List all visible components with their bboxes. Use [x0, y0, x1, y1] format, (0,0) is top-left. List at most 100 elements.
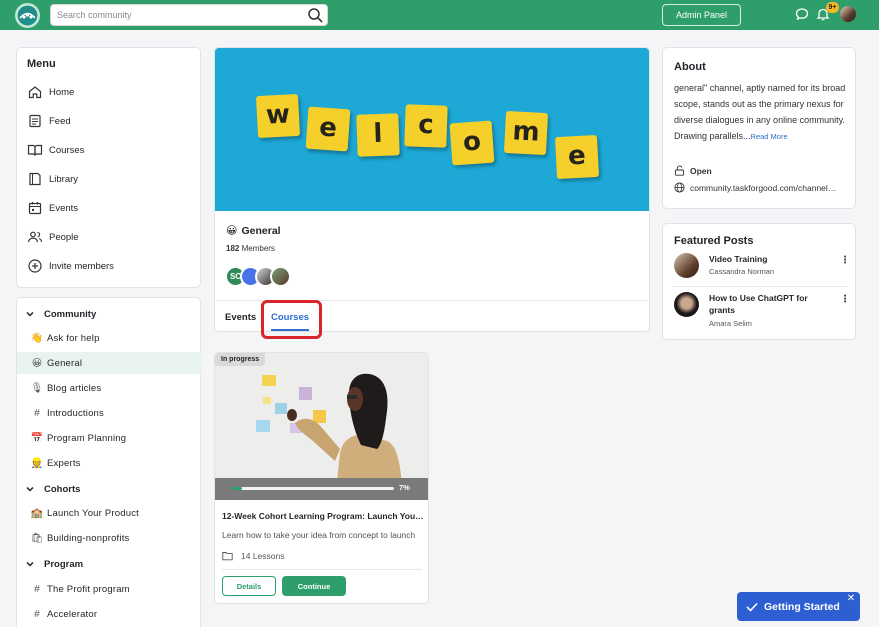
construction-worker-icon: 👷 — [30, 457, 44, 469]
section-program[interactable]: Program — [25, 554, 83, 574]
menu-item-events[interactable]: Events — [27, 197, 197, 219]
hash-icon: # — [34, 407, 40, 419]
read-more-link[interactable]: Read More — [751, 132, 788, 141]
channel-label: Launch Your Product — [47, 507, 140, 519]
avatar — [674, 292, 699, 317]
progress-label: 7% — [399, 483, 410, 492]
more-options-icon[interactable]: ⋮ — [840, 255, 850, 267]
lock-open-icon — [675, 165, 684, 176]
banner-letter: c — [404, 104, 448, 148]
channel-building-nonprofits[interactable]: 🛍 Building-nonprofits — [17, 527, 202, 549]
course-title[interactable]: 12-Week Cohort Learning Program: Launch … — [222, 511, 425, 521]
post-title[interactable]: Video Training — [709, 253, 829, 265]
member-avatars[interactable]: SC — [225, 266, 291, 287]
about-card: About general" channel, aptly named for … — [662, 47, 856, 209]
course-card[interactable]: In progress 7% 12-Week Cohort Learning P… — [214, 352, 429, 604]
channel-label: Ask for help — [47, 332, 100, 344]
channel-label: Accelerator — [47, 608, 98, 620]
chat-icon[interactable] — [795, 7, 809, 21]
smiley-icon: 😀 — [226, 225, 238, 237]
divider — [673, 286, 848, 287]
continue-button[interactable]: Continue — [282, 576, 346, 596]
tab-events[interactable]: Events — [225, 312, 256, 323]
admin-panel-button[interactable]: Admin Panel — [662, 4, 741, 26]
people-icon — [27, 231, 43, 243]
globe-icon — [674, 182, 685, 193]
menu-title: Menu — [27, 58, 56, 70]
calendar-icon: 📅 — [30, 432, 44, 444]
waving-hand-icon: 👋 — [30, 332, 44, 344]
menu-card: Menu Home Feed Courses Library Events Pe… — [16, 47, 201, 288]
section-label: Community — [44, 308, 97, 320]
menu-item-courses[interactable]: Courses — [27, 139, 197, 161]
shopping-bag-icon: 🛍 — [30, 532, 44, 544]
channel-label: General — [47, 357, 83, 369]
featured-posts-card: Featured Posts Video Training Cassandra … — [662, 223, 856, 340]
getting-started-button[interactable]: Getting Started — [737, 592, 860, 621]
progress-track — [231, 487, 394, 490]
channel-label: The Profit program — [47, 583, 130, 595]
banner-letter: e — [305, 106, 351, 152]
chevron-down-icon — [26, 486, 34, 492]
menu-item-invite-members[interactable]: Invite members — [27, 255, 197, 277]
menu-item-library[interactable]: Library — [27, 168, 197, 190]
members-count: 182 Members — [226, 244, 275, 253]
notification-badge: 9+ — [826, 2, 839, 13]
menu-item-label: Events — [49, 202, 79, 214]
search-input[interactable] — [57, 7, 297, 23]
close-icon[interactable]: ✕ — [845, 593, 857, 605]
channel-blog-articles[interactable]: 🎙 Blog articles — [17, 377, 202, 399]
menu-item-home[interactable]: Home — [27, 81, 197, 103]
group-card: w e l c o m e 😀 General 182 Members SC E… — [214, 47, 650, 332]
folder-icon — [222, 552, 233, 561]
course-description: Learn how to take your idea from concept… — [222, 530, 416, 540]
url-row[interactable]: community.taskforgood.com/channels/gener… — [674, 182, 840, 193]
details-button[interactable]: Details — [222, 576, 276, 596]
section-cohorts[interactable]: Cohorts — [25, 479, 80, 499]
menu-item-people[interactable]: People — [27, 226, 197, 248]
progress-fill — [231, 487, 242, 490]
search-icon[interactable] — [307, 7, 324, 24]
avatar — [270, 266, 291, 287]
visibility-row: Open — [674, 165, 712, 176]
post-title[interactable]: How to Use ChatGPT for grants — [709, 292, 829, 316]
channel-accelerator[interactable]: # Accelerator — [17, 603, 202, 625]
menu-item-label: Invite members — [49, 260, 114, 272]
avatar — [674, 253, 699, 278]
feed-icon — [29, 114, 41, 128]
post-author: Amara Selim — [709, 319, 752, 328]
lessons-count: 14 Lessons — [222, 551, 284, 561]
channel-general[interactable]: 😀 General — [17, 352, 202, 374]
members-label: Members — [241, 244, 275, 253]
courses-tab-highlight — [261, 300, 322, 339]
more-options-icon[interactable]: ⋮ — [840, 294, 850, 306]
course-image: In progress 7% — [215, 353, 428, 500]
user-avatar[interactable] — [840, 6, 856, 22]
section-label: Program — [44, 558, 84, 570]
menu-item-feed[interactable]: Feed — [27, 110, 197, 132]
community-logo[interactable] — [15, 3, 40, 28]
section-community[interactable]: Community — [25, 304, 96, 324]
group-name-label: General — [241, 224, 281, 237]
library-icon — [29, 172, 41, 186]
lessons-label: 14 Lessons — [241, 551, 285, 561]
top-bar: Admin Panel 9+ — [0, 0, 879, 30]
channel-the-profit-program[interactable]: # The Profit program — [17, 578, 202, 600]
hash-icon: # — [34, 583, 40, 595]
menu-item-label: Home — [49, 86, 75, 98]
banner-letter: m — [503, 110, 549, 156]
channel-experts[interactable]: 👷 Experts — [17, 452, 202, 474]
channels-card: Community 👋 Ask for help 😀 General 🎙 Blo… — [16, 297, 202, 627]
divider — [222, 569, 422, 570]
smiley-icon: 😀 — [31, 357, 43, 369]
channel-introductions[interactable]: # Introductions — [17, 402, 202, 424]
channel-url[interactable]: community.taskforgood.com/channels/gener… — [690, 183, 840, 193]
members-number: 182 — [226, 244, 240, 253]
book-icon — [27, 144, 43, 156]
channel-program-planning[interactable]: 📅 Program Planning — [17, 427, 202, 449]
section-label: Cohorts — [44, 483, 81, 495]
channel-ask-for-help[interactable]: 👋 Ask for help — [17, 327, 202, 349]
search-bar — [50, 4, 328, 26]
featured-title: Featured Posts — [674, 235, 754, 247]
channel-launch-your-product[interactable]: 🏫 Launch Your Product — [17, 502, 202, 524]
